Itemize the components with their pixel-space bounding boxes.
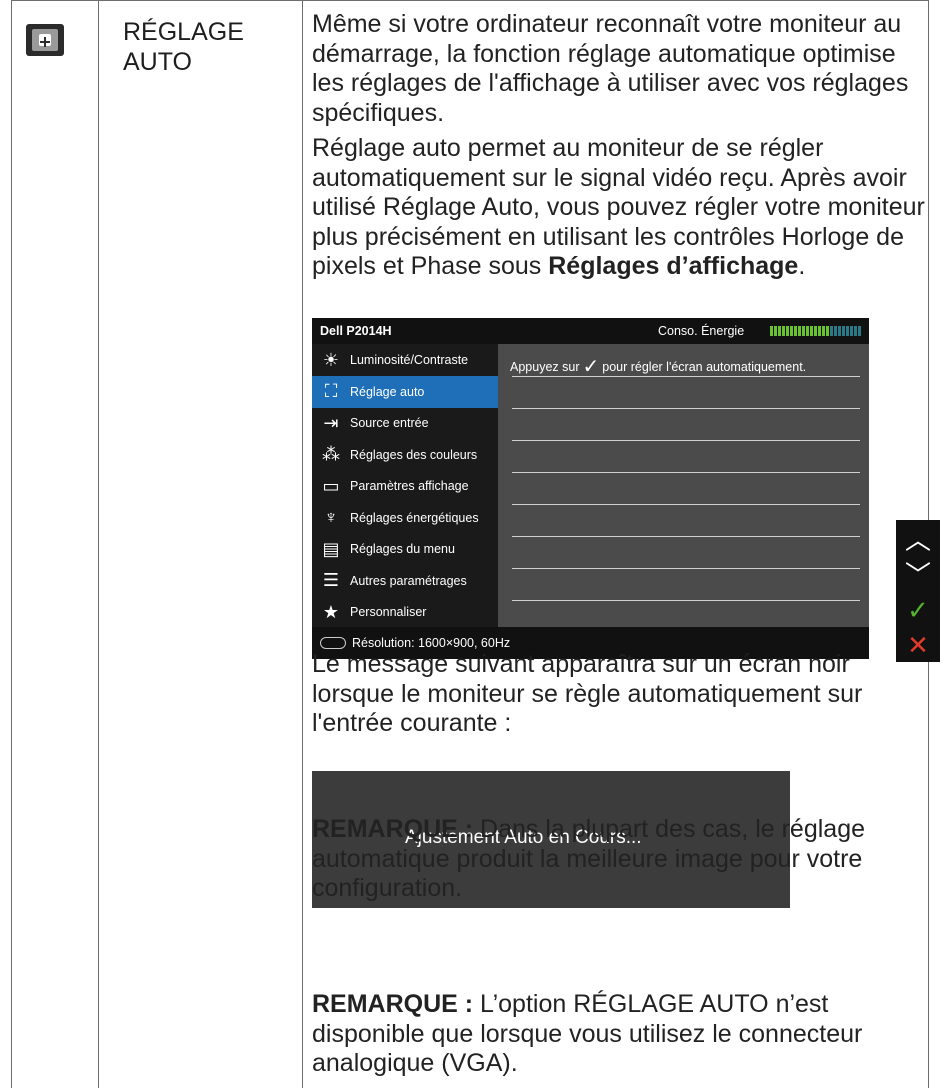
note-best-image: REMARQUE : Dans la plupart des cas, le r… <box>312 815 932 904</box>
resolution-readout: Résolution: 1600×900, 60Hz <box>352 636 511 650</box>
osd-menu-item[interactable]: ⁂ Réglages des couleurs <box>312 439 498 471</box>
display-settings-term: Réglages d’affichage <box>548 252 799 281</box>
osd-menu-label: Paramètres affichage <box>350 479 469 493</box>
energy-meter-segment <box>850 326 853 336</box>
osd-menu-item[interactable]: ♆ Réglages énergétiques <box>312 502 498 534</box>
osd-menu-item[interactable]: ★ Personnaliser <box>312 596 498 628</box>
osd-divider <box>512 568 860 569</box>
energy-meter-segment <box>786 326 789 336</box>
vga-connector-icon <box>320 637 346 649</box>
energy-meter-segment <box>838 326 841 336</box>
osd-menu-label: Source entrée <box>350 416 429 430</box>
osd-menu-screenshot: Dell P2014H Conso. Énergie ☀ Luminosité/C… <box>312 318 869 659</box>
energy-meter-segment <box>798 326 801 336</box>
energy-meter-segment <box>818 326 821 336</box>
osd-menu-label: Luminosité/Contraste <box>350 353 469 367</box>
energy-meter-segment <box>854 326 857 336</box>
osd-menu-item[interactable]: ▭ Paramètres affichage <box>312 470 498 502</box>
energy-meter-segment <box>790 326 793 336</box>
hint-before: Appuyez sur <box>510 359 580 374</box>
osd-menu-label: Personnaliser <box>350 605 427 619</box>
osd-menu-label: Réglages du menu <box>350 542 455 556</box>
check-icon[interactable]: ✓ <box>896 592 940 627</box>
osd-menu-item[interactable]: ⇥ Source entrée <box>312 407 498 439</box>
star-icon: ★ <box>322 601 340 622</box>
osd-divider <box>512 376 860 377</box>
up-arrow-icon[interactable]: ︿ <box>896 522 940 557</box>
sliders-icon: ☰ <box>322 570 340 590</box>
energy-label: Conso. Énergie <box>658 324 745 338</box>
display-icon: ▭ <box>322 475 340 496</box>
auto-adjust-icon <box>26 24 64 56</box>
hint-after: pour régler l'écran automatiquement. <box>602 359 807 374</box>
energy-meter-segment <box>822 326 825 336</box>
table-border-col2 <box>302 0 303 1088</box>
osd-divider <box>512 600 860 601</box>
paragraph-auto-adjust: Réglage auto permet au moniteur de se ré… <box>312 134 932 282</box>
osd-menu-list: ☀ Luminosité/Contraste ⛶ Réglage auto ⇥ Sourc… <box>312 344 498 627</box>
osd-divider <box>512 440 860 441</box>
energy-meter-segment <box>846 326 849 336</box>
note-label: REMARQUE : <box>312 815 474 843</box>
energy-meter-segment <box>842 326 845 336</box>
energy-leaf-icon: ♆ <box>324 507 338 527</box>
menu-icon: ▤ <box>322 538 340 559</box>
osd-divider <box>512 504 860 505</box>
osd-menu-item[interactable]: ⛶ Réglage auto <box>312 375 498 408</box>
monitor-model: Dell P2014H <box>320 324 392 338</box>
energy-meter-segment <box>782 326 785 336</box>
osd-divider <box>512 536 860 537</box>
energy-meter-segment <box>814 326 817 336</box>
table-border-col1 <box>98 0 99 1088</box>
osd-divider <box>512 472 860 473</box>
osd-menu-label: Réglage auto <box>350 384 425 399</box>
auto-adjust-icon: ⛶ <box>324 381 338 401</box>
table-border-left <box>11 0 12 1088</box>
osd-detail-panel: Appuyez sur ✓ pour régler l'écran automa… <box>498 344 869 627</box>
table-border-top <box>11 0 928 1</box>
osd-header: Dell P2014H Conso. Énergie <box>312 318 869 344</box>
osd-menu-label: Réglages des couleurs <box>350 447 478 462</box>
osd-menu-label: Réglages énergétiques <box>350 510 479 525</box>
energy-meter-segment <box>834 326 837 336</box>
energy-meter-segment <box>774 326 777 336</box>
energy-meter-segment <box>826 326 829 336</box>
brightness-icon: ☀ <box>322 349 340 370</box>
input-source-icon: ⇥ <box>323 412 339 433</box>
paragraph-message: Le message suivant apparaîtra sur un écr… <box>312 650 863 738</box>
navigation-keys: ︿ ﹀ ✓ ✕ <box>896 520 940 662</box>
energy-meter-segment <box>810 326 813 336</box>
osd-menu-item[interactable]: ☀ Luminosité/Contraste <box>312 344 498 376</box>
down-arrow-icon[interactable]: ﹀ <box>896 557 940 592</box>
osd-menu-item[interactable]: ☰ Autres paramétrages <box>312 565 498 597</box>
color-dots-icon: ⁂ <box>322 444 340 464</box>
energy-meter-segment <box>858 326 861 336</box>
osd-divider <box>512 408 860 409</box>
energy-meter-segment <box>778 326 781 336</box>
note-vga-only: REMARQUE : L’option RÉGLAGE AUTO n’est d… <box>312 990 932 1079</box>
energy-meter-segment <box>770 326 773 336</box>
section-title: RÉGLAGE AUTO <box>123 18 244 76</box>
energy-meter-segment <box>802 326 805 336</box>
energy-meter-segment <box>806 326 809 336</box>
note-label: REMARQUE : <box>312 990 474 1018</box>
paragraph-intro: Même si votre ordinateur reconnaît votre… <box>312 10 909 127</box>
energy-meter-segment <box>794 326 797 336</box>
energy-meter-segment <box>830 326 833 336</box>
osd-menu-item[interactable]: ▤ Réglages du menu <box>312 533 498 565</box>
energy-meter <box>770 326 862 336</box>
paragraph-end: . <box>798 252 806 281</box>
osd-menu-label: Autres paramétrages <box>350 573 467 588</box>
